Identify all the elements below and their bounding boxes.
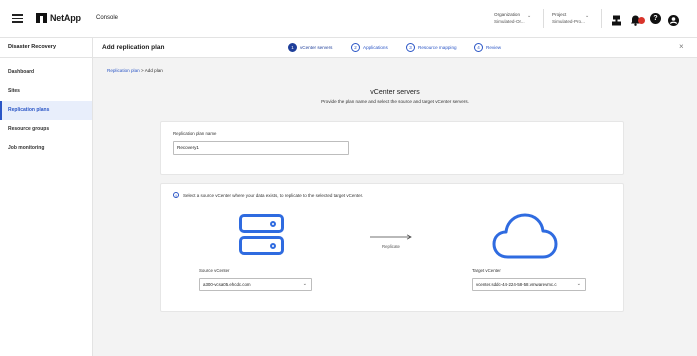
step-label: vCenter servers bbox=[300, 45, 333, 50]
organization-selector[interactable]: Organization Simulated-Or... ⌄ bbox=[494, 11, 538, 25]
step-applications[interactable]: 2 Applications bbox=[351, 43, 388, 52]
sidebar-item-replication-plans[interactable]: Replication plans bbox=[0, 101, 92, 120]
notification-badge bbox=[638, 17, 645, 24]
arrow-right-icon bbox=[370, 234, 412, 240]
step-resource-mapping[interactable]: 3 Resource mapping bbox=[406, 43, 457, 52]
breadcrumb-separator: > bbox=[140, 68, 144, 73]
chevron-down-icon: ⌄ bbox=[585, 13, 590, 19]
step-number: 1 bbox=[288, 43, 297, 52]
connector-icon[interactable] bbox=[611, 13, 622, 26]
source-vcenter-label: Source vCenter bbox=[199, 268, 230, 273]
target-vcenter-select[interactable]: vcenter.sddc-44-224-58-58.vmwarevmc.c ⌄ bbox=[472, 278, 586, 291]
header-divider bbox=[601, 9, 602, 28]
step-label: Review bbox=[486, 45, 502, 50]
cloud-icon bbox=[492, 213, 558, 259]
user-circle-icon[interactable] bbox=[668, 13, 679, 26]
sidebar-item-job-monitoring[interactable]: Job monitoring bbox=[0, 139, 92, 158]
section-heading: vCenter servers bbox=[370, 89, 420, 96]
breadcrumb-link-replication-plan[interactable]: Replication plan bbox=[107, 68, 140, 73]
breadcrumb-current: Add plan bbox=[144, 68, 163, 73]
section-subheading: Provide the plan name and select the sou… bbox=[321, 99, 469, 104]
breadcrumb: Replication plan > Add plan bbox=[107, 68, 163, 73]
info-text: Select a source vCenter where your data … bbox=[183, 192, 364, 198]
source-vcenter-select[interactable]: a300-vcsa05.ehcdc.com ⌄ bbox=[199, 278, 312, 291]
page-title: Add replication plan bbox=[102, 44, 165, 51]
console-label: Console bbox=[96, 15, 119, 21]
sidebar-item-dashboard[interactable]: Dashboard bbox=[0, 63, 92, 82]
sidebar-item-sites[interactable]: Sites bbox=[0, 82, 92, 101]
step-label: Applications bbox=[363, 45, 388, 50]
question-circle-icon[interactable]: ? bbox=[650, 13, 661, 24]
step-vcenter-servers[interactable]: 1 vCenter servers bbox=[288, 43, 332, 52]
brand-name: NetApp bbox=[50, 13, 81, 23]
organization-label: Organization bbox=[494, 12, 521, 17]
project-label: Project bbox=[552, 12, 567, 17]
info-icon: i bbox=[173, 192, 179, 198]
project-selector[interactable]: Project Simulated-Pro... ⌄ bbox=[552, 11, 596, 25]
sidebar-item-resource-groups[interactable]: Resource groups bbox=[0, 120, 92, 139]
target-vcenter-value: vcenter.sddc-44-224-58-58.vmwarevmc.c bbox=[476, 282, 557, 287]
step-review[interactable]: 4 Review bbox=[474, 43, 501, 52]
chevron-down-icon: ⌄ bbox=[527, 13, 532, 19]
step-label: Resource mapping bbox=[418, 45, 457, 50]
chevron-down-icon: ⌄ bbox=[302, 281, 307, 287]
plan-name-input[interactable]: Recovery1 bbox=[173, 141, 349, 155]
sub-header: Disaster Recovery Add replication plan 1… bbox=[0, 38, 697, 58]
sidebar: Dashboard Sites Replication plans Resour… bbox=[0, 58, 93, 356]
header-divider bbox=[543, 9, 544, 28]
step-number: 2 bbox=[351, 43, 360, 52]
target-vcenter-label: Target vCenter bbox=[472, 268, 501, 273]
project-value: Simulated-Pro... bbox=[552, 19, 585, 24]
menu-icon[interactable] bbox=[12, 14, 23, 23]
close-icon[interactable]: × bbox=[679, 42, 684, 51]
netapp-logo-icon bbox=[36, 13, 47, 23]
chevron-down-icon: ⌄ bbox=[576, 281, 581, 287]
source-vcenter-value: a300-vcsa05.ehcdc.com bbox=[203, 282, 251, 287]
step-number: 3 bbox=[406, 43, 415, 52]
plan-name-label: Replication plan name bbox=[173, 131, 217, 136]
top-header: NetApp Console Organization Simulated-Or… bbox=[0, 0, 697, 38]
service-name: Disaster Recovery bbox=[0, 38, 93, 58]
step-number: 4 bbox=[474, 43, 483, 52]
organization-value: Simulated-Or... bbox=[494, 19, 525, 24]
replicate-label: Replicate bbox=[382, 244, 400, 249]
netapp-logo[interactable]: NetApp bbox=[36, 13, 81, 23]
info-message: i Select a source vCenter where your dat… bbox=[173, 192, 363, 198]
